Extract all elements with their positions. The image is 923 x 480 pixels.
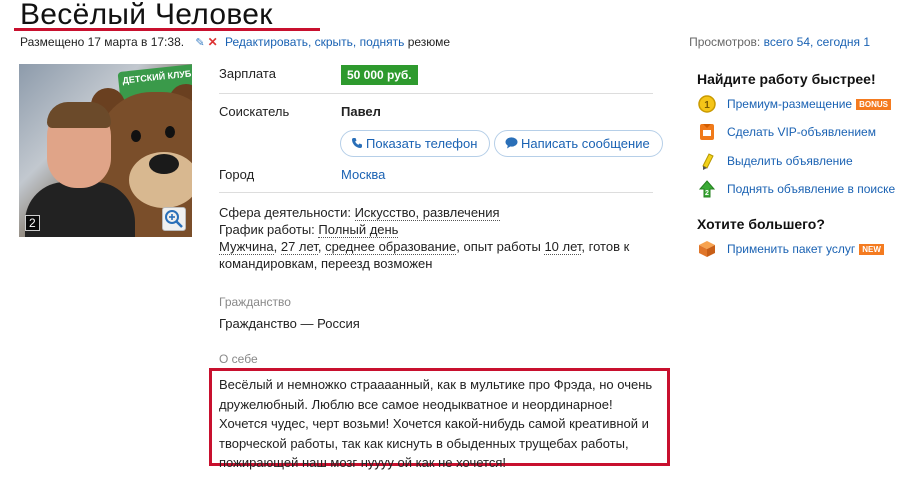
experience-label: , опыт работы (456, 239, 545, 254)
send-message-button[interactable]: Написать сообщение (494, 130, 663, 157)
bear-nose (149, 154, 179, 174)
city-link[interactable]: Москва (341, 167, 385, 182)
city-label: Город (219, 167, 255, 182)
citizenship-value: Гражданство — Россия (219, 316, 360, 331)
zoom-icon[interactable] (162, 207, 186, 231)
applicant-name: Павел (341, 104, 381, 119)
show-phone-label: Показать телефон (366, 136, 478, 151)
field-value: Искусство, развлечения (354, 205, 500, 221)
photo-count-badge: 2 (25, 215, 40, 231)
pencil-icon[interactable]: ✎ (195, 37, 204, 49)
raise-label: Поднять объявление в поиске (727, 182, 896, 196)
highlight-marker-icon (697, 151, 717, 171)
svg-text:1: 1 (704, 100, 710, 111)
sidebar-heading-2: Хотите большего? (697, 216, 825, 232)
vip-label: Сделать VIP-объявлением (727, 125, 876, 139)
personal-info: Мужчина, 27 лет, среднее образование, оп… (219, 239, 630, 271)
schedule-label: График работы: (219, 222, 315, 237)
actions-suffix: резюме (404, 35, 451, 49)
citizenship-label: Гражданство (219, 295, 291, 309)
svg-text:2: 2 (705, 190, 709, 197)
views-label: Просмотров: (689, 35, 761, 49)
views-link[interactable]: всего 54, сегодня 1 (764, 35, 870, 49)
premium-label: Премиум-размещение (727, 97, 853, 111)
person-shirt (25, 182, 135, 237)
sidebar-heading-1: Найдите работу быстрее! (697, 71, 876, 87)
sidebar-heading-faster: Найдите работу быстрее! (697, 71, 912, 87)
about-label: О себе (219, 352, 258, 366)
bear-eye-right (165, 126, 175, 138)
delete-cross-icon[interactable]: ✕ (208, 35, 218, 49)
experience-value: 10 лет (544, 239, 582, 255)
meta-line: Размещено 17 марта в 17:38. ✎ ✕ Редактиро… (20, 35, 450, 49)
bonus-tag: BONUS (856, 99, 891, 110)
speech-bubble-icon (505, 132, 518, 157)
title-underline (14, 28, 320, 31)
highlight-label: Выделить объявление (727, 154, 853, 168)
divider (219, 93, 653, 94)
about-text: Весёлый и немножко страааанный, как в му… (209, 368, 670, 470)
vip-icon (697, 122, 717, 142)
sidebar-heading-more: Хотите большего? (697, 216, 912, 232)
package-box-icon (697, 239, 717, 259)
package-label: Применить пакет услуг (727, 242, 856, 256)
edit-hide-raise-link[interactable]: Редактировать, скрыть, поднять (225, 35, 404, 49)
phone-icon (351, 132, 363, 157)
premium-coin-icon: 1 (697, 94, 717, 114)
show-phone-button[interactable]: Показать телефон (340, 130, 491, 157)
divider (219, 192, 653, 193)
bear-eye-left (131, 130, 141, 142)
schedule-value: Полный день (318, 222, 399, 238)
new-tag: NEW (859, 244, 884, 255)
education: среднее образование (325, 239, 457, 255)
person-hair (47, 102, 111, 128)
field-of-activity: Сфера деятельности: Искусство, развлечен… (219, 204, 649, 221)
resume-photo[interactable]: ДЕТСКИЙ КЛУБ 2 (19, 64, 192, 237)
gender: Мужчина (219, 239, 274, 255)
age: 27 лет (280, 239, 318, 255)
field-label: Сфера деятельности: (219, 205, 351, 220)
raise-arrow-icon: 2 (697, 179, 717, 199)
salary-badge: 50 000 руб. (341, 65, 418, 85)
views-counter: Просмотров: всего 54, сегодня 1 (689, 35, 870, 49)
salary-label: Зарплата (219, 66, 276, 81)
schedule: График работы: Полный день (219, 221, 649, 238)
send-message-label: Написать сообщение (521, 136, 650, 151)
posted-date: Размещено 17 марта в 17:38. (20, 35, 185, 49)
applicant-label: Соискатель (219, 104, 290, 119)
resume-details: Сфера деятельности: Искусство, развлечен… (219, 204, 649, 272)
